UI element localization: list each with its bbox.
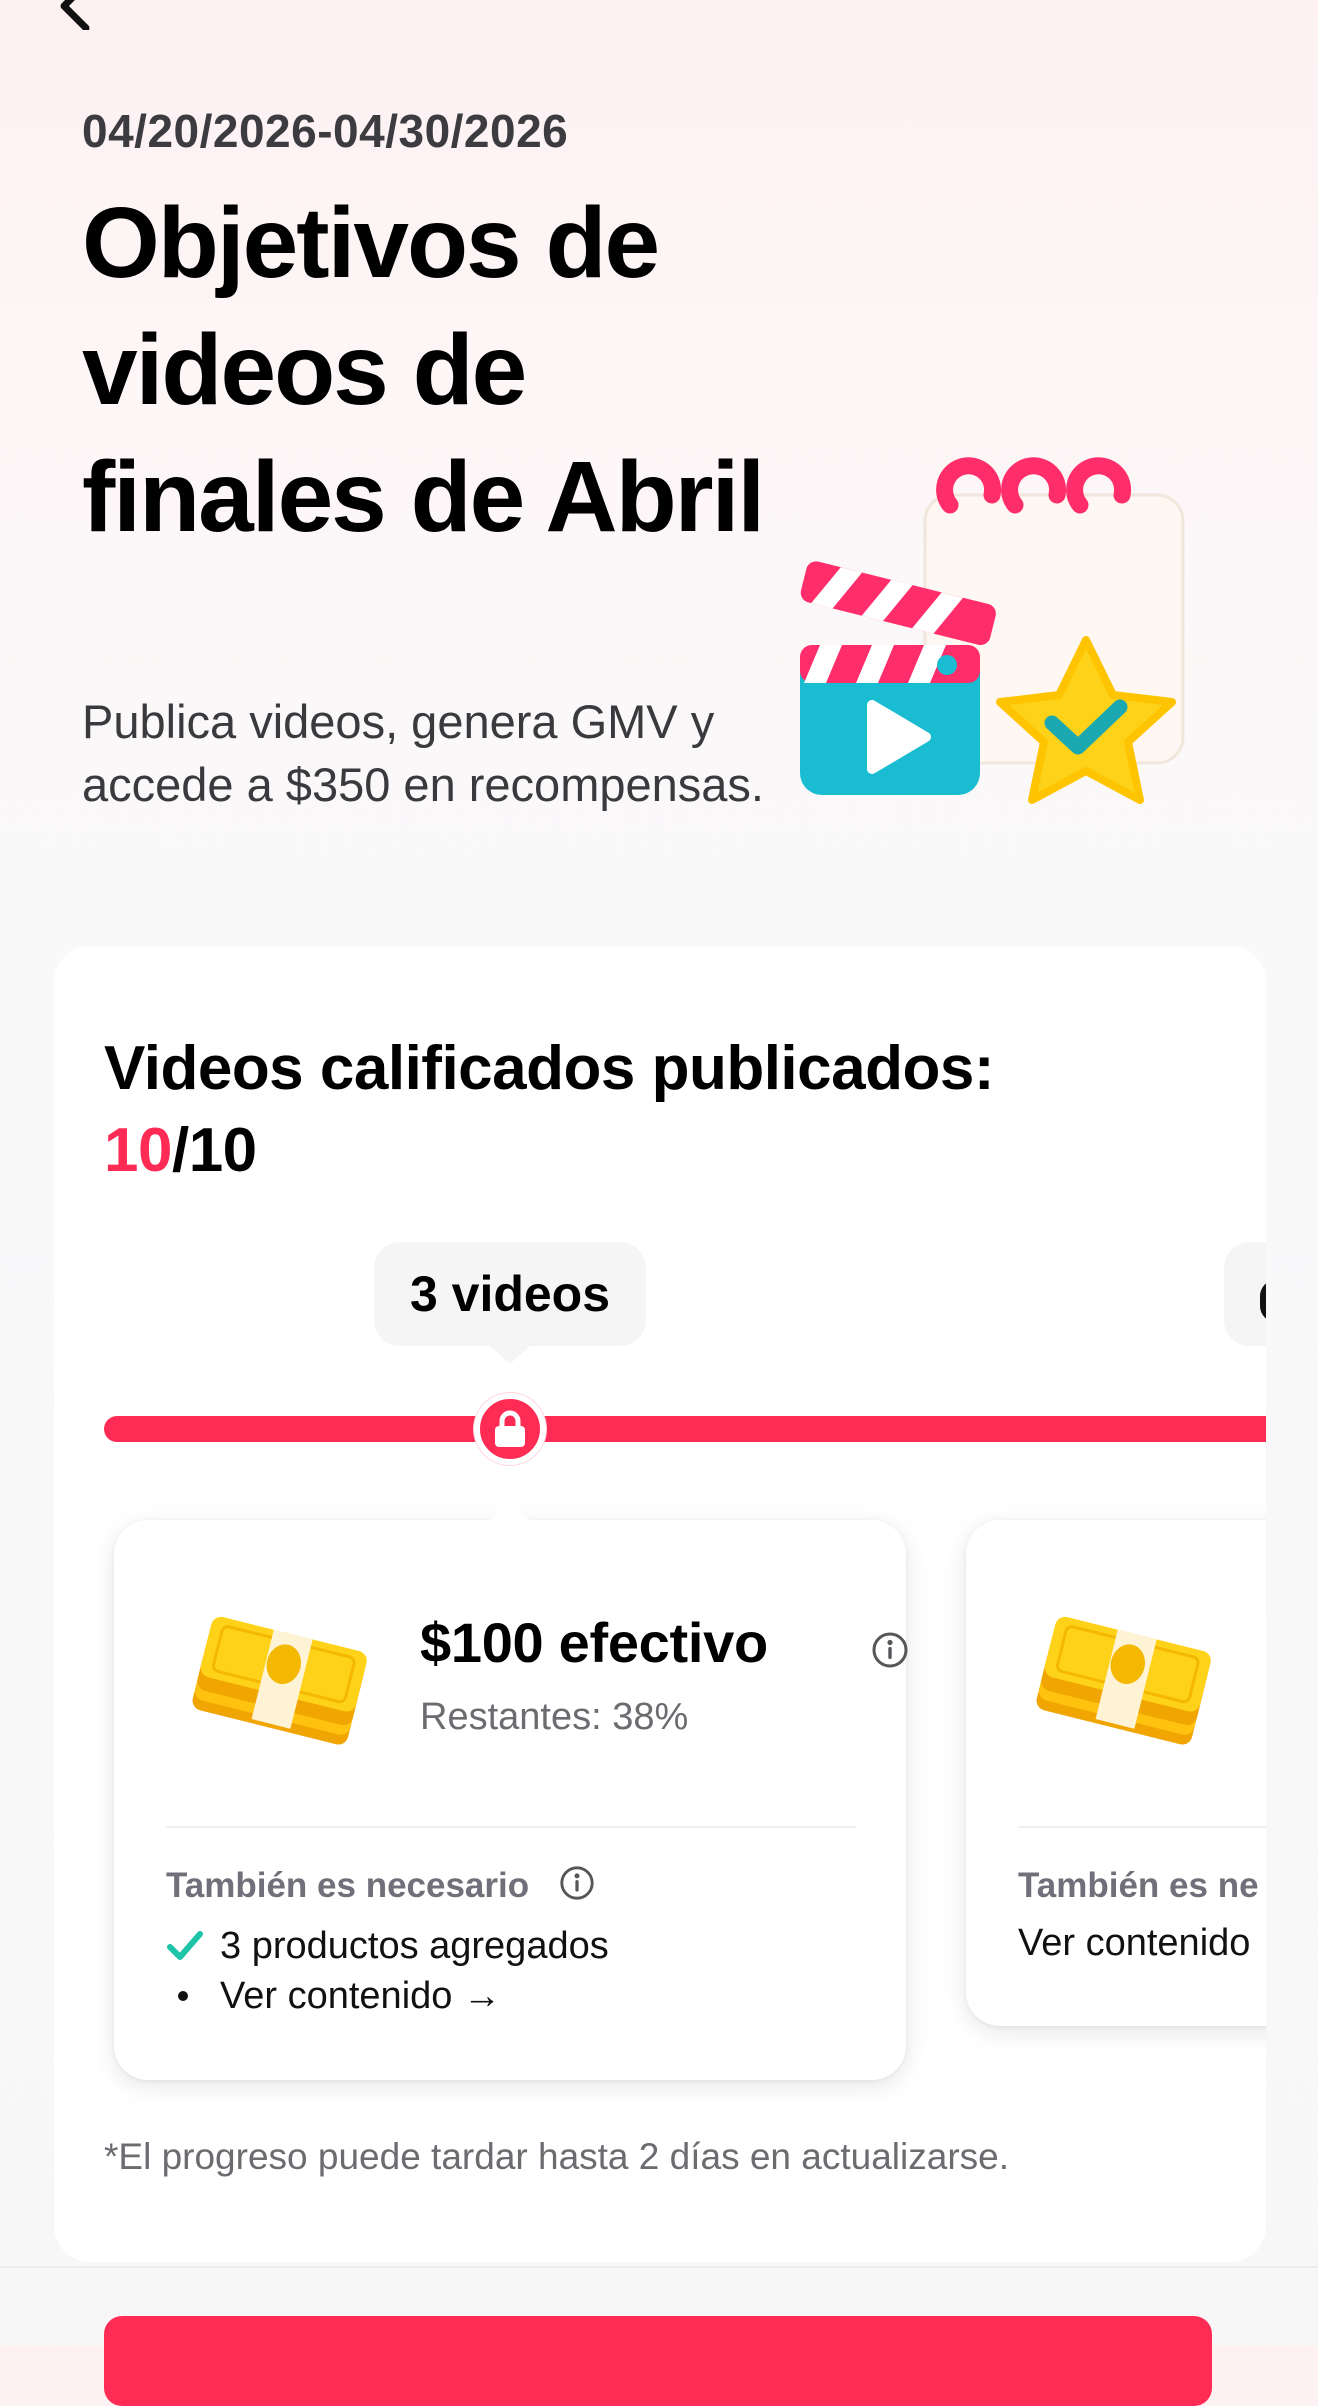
page-title: Objetivos de videos de finales de Abril: [82, 187, 765, 553]
requirement-item: 3 productos agregados: [166, 1922, 609, 1970]
lock-icon: [495, 1410, 525, 1447]
requirements-info-icon[interactable]: [558, 1864, 596, 1902]
videos-completed-count: 10: [104, 1116, 172, 1185]
requirement-text: 3 productos agregados: [220, 1924, 609, 1967]
reward-remaining: Restantes: 38%: [420, 1696, 689, 1738]
cash-stack-icon: [1036, 1616, 1211, 1745]
cash-stack-icon: [192, 1616, 367, 1745]
requirements-heading: También es necesario: [166, 1866, 530, 1905]
next-milestone-label[interactable]: [1224, 1242, 1266, 1346]
reward-card[interactable]: $100 efectivo Restantes: 38% También es …: [114, 1502, 908, 2080]
info-icon[interactable]: [870, 1630, 910, 1670]
view-content-link[interactable]: Ver contenido →: [166, 1972, 501, 2020]
requirement-text: Ver contenido →: [220, 1974, 501, 2017]
campaign-date-range: 04/20/2026-04/30/2026: [82, 105, 569, 157]
bullet-icon: [178, 1991, 188, 2001]
reward-title: $100 efectivo: [420, 1611, 768, 1674]
bottom-divider: [0, 2266, 1318, 2268]
hero-illustration: [800, 457, 1185, 804]
milestone-label[interactable]: 3 videos: [374, 1242, 646, 1364]
view-content-link[interactable]: Ver contenido: [1018, 1922, 1250, 1965]
next-reward-card[interactable]: También es ne Ver contenido: [966, 1520, 1266, 2026]
check-icon: [167, 1931, 203, 1960]
progress-track: [104, 1416, 1266, 1442]
page-subtitle: Publica videos, genera GMV y accede a $3…: [82, 695, 764, 811]
primary-cta-button[interactable]: [104, 2316, 1212, 2406]
back-chevron-icon[interactable]: [46, 0, 106, 30]
qualified-videos-label: Videos calificados publicados:: [104, 1034, 995, 1103]
qualified-videos-heading: Videos calificados publicados: 10/10: [104, 1028, 1204, 1192]
progress-card: Videos calificados publicados: 10/10 3 vi…: [54, 946, 1266, 2262]
reward-divider: [166, 1826, 856, 1828]
milestone-lock-node[interactable]: [474, 1393, 546, 1465]
videos-total-count: /10: [171, 1116, 257, 1185]
reward-divider: [1018, 1826, 1266, 1828]
progress-delay-note: *El progreso puede tardar hasta 2 días e…: [104, 2136, 1010, 2177]
requirements-heading: También es ne: [1018, 1866, 1259, 1905]
